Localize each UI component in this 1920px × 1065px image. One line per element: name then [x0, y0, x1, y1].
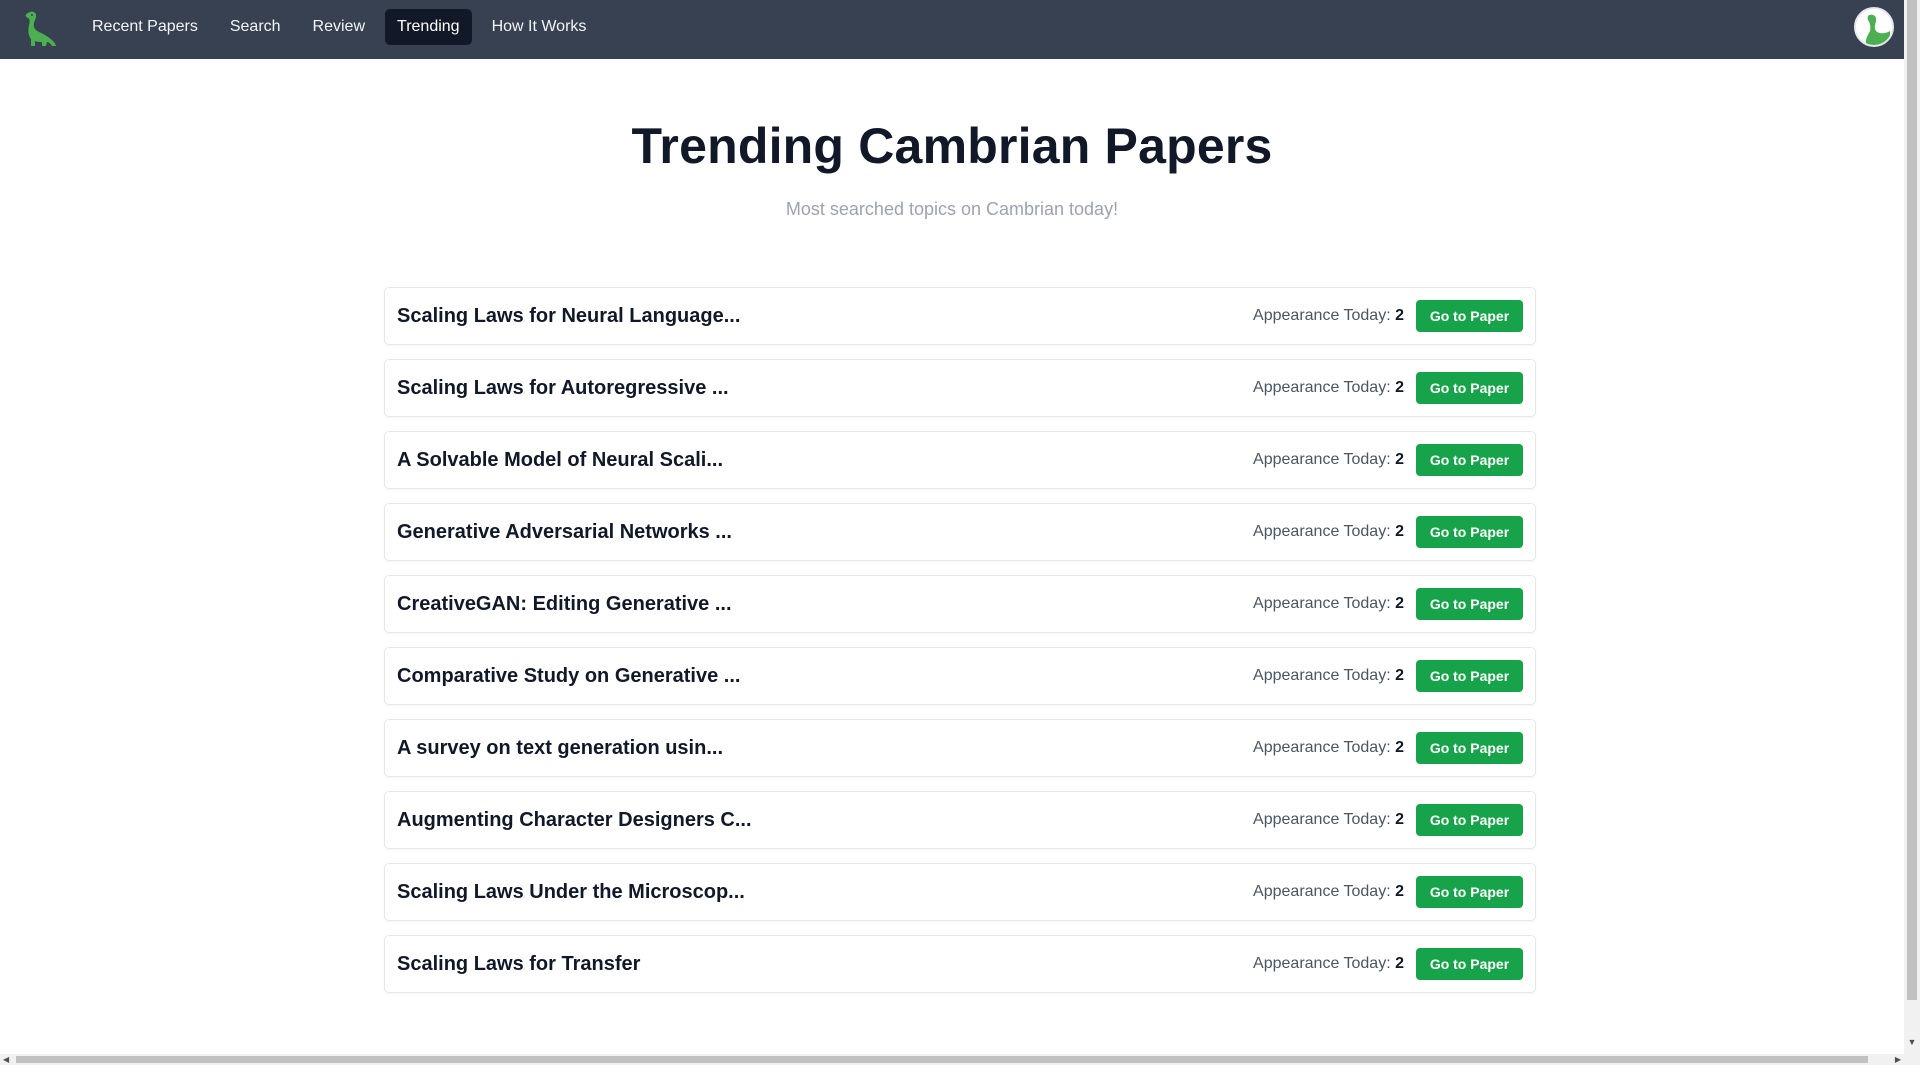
appearance-count: 2 — [1395, 307, 1404, 324]
go-to-paper-button[interactable]: Go to Paper — [1416, 588, 1523, 620]
list-item: Scaling Laws for Transfer Appearance Tod… — [384, 935, 1536, 993]
appearance-count: 2 — [1395, 739, 1404, 756]
appearance-label: Appearance Today: — [1253, 595, 1391, 612]
go-to-paper-button[interactable]: Go to Paper — [1416, 300, 1523, 332]
vertical-scrollbar[interactable]: ▼ — [1904, 0, 1920, 1065]
appearance-count: 2 — [1395, 595, 1404, 612]
go-to-paper-button[interactable]: Go to Paper — [1416, 372, 1523, 404]
appearance-count: 2 — [1395, 451, 1404, 468]
go-to-paper-button[interactable]: Go to Paper — [1416, 804, 1523, 836]
nav-link-recent-papers[interactable]: Recent Papers — [80, 9, 210, 45]
nav-link-trending[interactable]: Trending — [385, 9, 472, 45]
appearance-label: Appearance Today: — [1253, 451, 1391, 468]
paper-title: Scaling Laws for Autoregressive ... — [397, 376, 729, 399]
paper-title: Scaling Laws for Neural Language... — [397, 304, 741, 327]
list-item: Comparative Study on Generative ... Appe… — [384, 647, 1536, 705]
list-item: A Solvable Model of Neural Scali... Appe… — [384, 431, 1536, 489]
appearance-label: Appearance Today: — [1253, 739, 1391, 756]
list-item: Scaling Laws Under the Microscop... Appe… — [384, 863, 1536, 921]
nav-link-search[interactable]: Search — [218, 9, 293, 45]
paper-title: Scaling Laws for Transfer — [397, 952, 641, 975]
trending-papers-list: Scaling Laws for Neural Language... Appe… — [384, 287, 1536, 1007]
go-to-paper-button[interactable]: Go to Paper — [1416, 516, 1523, 548]
go-to-paper-button[interactable]: Go to Paper — [1416, 444, 1523, 476]
appearance-count: 2 — [1395, 667, 1404, 684]
appearance-info: Appearance Today: 2 — [1253, 595, 1404, 613]
nav-link-review[interactable]: Review — [301, 9, 377, 45]
appearance-info: Appearance Today: 2 — [1253, 307, 1404, 325]
appearance-label: Appearance Today: — [1253, 811, 1391, 828]
appearance-label: Appearance Today: — [1253, 307, 1391, 324]
paper-title: Comparative Study on Generative ... — [397, 664, 741, 687]
appearance-info: Appearance Today: 2 — [1253, 883, 1404, 901]
horizontal-scrollbar[interactable]: ◀ ▶ — [0, 1054, 1904, 1065]
go-to-paper-button[interactable]: Go to Paper — [1416, 660, 1523, 692]
page-title: Trending Cambrian Papers — [631, 118, 1273, 174]
page-subtitle: Most searched topics on Cambrian today! — [785, 199, 1119, 219]
appearance-label: Appearance Today: — [1253, 955, 1391, 972]
list-item: Generative Adversarial Networks ... Appe… — [384, 503, 1536, 561]
list-item: Augmenting Character Designers C... Appe… — [384, 791, 1536, 849]
appearance-label: Appearance Today: — [1253, 523, 1391, 540]
appearance-label: Appearance Today: — [1253, 667, 1391, 684]
vertical-scrollbar-thumb[interactable] — [1907, 0, 1917, 1000]
paper-title: CreativeGAN: Editing Generative ... — [397, 592, 732, 615]
appearance-count: 2 — [1395, 955, 1404, 972]
appearance-info: Appearance Today: 2 — [1253, 379, 1404, 397]
appearance-info: Appearance Today: 2 — [1253, 523, 1404, 541]
paper-title: A Solvable Model of Neural Scali... — [397, 448, 724, 471]
nav-links: Recent Papers Search Review Trending How… — [80, 9, 606, 45]
scroll-down-arrow-icon[interactable]: ▼ — [1907, 1037, 1917, 1047]
paper-title: Generative Adversarial Networks ... — [397, 520, 732, 543]
list-item: A survey on text generation usin... Appe… — [384, 719, 1536, 777]
dinosaur-logo-icon[interactable] — [22, 9, 58, 49]
appearance-info: Appearance Today: 2 — [1253, 739, 1404, 757]
top-navbar: Recent Papers Search Review Trending How… — [0, 0, 1904, 59]
appearance-count: 2 — [1395, 379, 1404, 396]
appearance-info: Appearance Today: 2 — [1253, 451, 1404, 469]
appearance-count: 2 — [1395, 811, 1404, 828]
user-avatar-icon[interactable] — [1854, 7, 1894, 47]
scroll-left-arrow-icon[interactable]: ◀ — [3, 1054, 13, 1065]
go-to-paper-button[interactable]: Go to Paper — [1416, 948, 1523, 980]
appearance-label: Appearance Today: — [1253, 883, 1391, 900]
paper-title: A survey on text generation usin... — [397, 736, 723, 759]
list-item: Scaling Laws for Neural Language... Appe… — [384, 287, 1536, 345]
list-item: Scaling Laws for Autoregressive ... Appe… — [384, 359, 1536, 417]
paper-title: Scaling Laws Under the Microscop... — [397, 880, 745, 903]
list-item: CreativeGAN: Editing Generative ... Appe… — [384, 575, 1536, 633]
appearance-count: 2 — [1395, 883, 1404, 900]
go-to-paper-button[interactable]: Go to Paper — [1416, 732, 1523, 764]
go-to-paper-button[interactable]: Go to Paper — [1416, 876, 1523, 908]
appearance-info: Appearance Today: 2 — [1253, 667, 1404, 685]
appearance-info: Appearance Today: 2 — [1253, 955, 1404, 973]
scroll-right-arrow-icon[interactable]: ▶ — [1891, 1054, 1901, 1065]
paper-title: Augmenting Character Designers C... — [397, 808, 752, 831]
appearance-count: 2 — [1395, 523, 1404, 540]
nav-link-how-it-works[interactable]: How It Works — [480, 9, 599, 45]
appearance-info: Appearance Today: 2 — [1253, 811, 1404, 829]
horizontal-scrollbar-thumb[interactable] — [16, 1056, 1868, 1063]
appearance-label: Appearance Today: — [1253, 379, 1391, 396]
